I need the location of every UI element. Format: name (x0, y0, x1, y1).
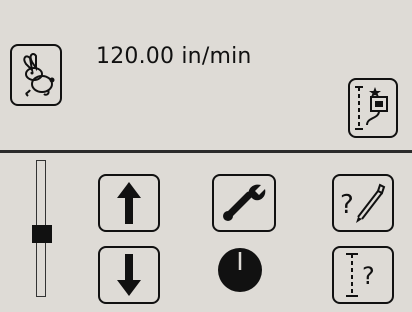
measure-tool-icon (355, 86, 388, 130)
height-help-question-mark: ? (362, 262, 375, 290)
clock-icon (216, 246, 264, 294)
jog-down-button[interactable] (98, 246, 160, 304)
speed-slider-knob[interactable] (32, 225, 52, 243)
arrow-down-icon (117, 254, 141, 296)
arrow-up-icon (117, 182, 141, 224)
measure-setup-button[interactable] (348, 78, 398, 138)
tools-button[interactable] (212, 174, 276, 232)
probe-help-question-mark: ? (340, 190, 354, 220)
probe-help-button[interactable]: ? (332, 174, 394, 232)
rabbit-icon (23, 53, 55, 97)
jog-up-button[interactable] (98, 174, 160, 232)
probe-help-icon: ? (340, 183, 386, 223)
speed-readout: 120.00 in/min (96, 44, 252, 69)
speed-mode-button[interactable] (10, 44, 62, 106)
wrench-icon (223, 184, 266, 221)
panel-divider (0, 150, 412, 153)
height-help-icon: ? (346, 253, 375, 297)
height-help-button[interactable]: ? (332, 246, 394, 304)
speed-panel: 120.00 in/min (0, 0, 412, 150)
